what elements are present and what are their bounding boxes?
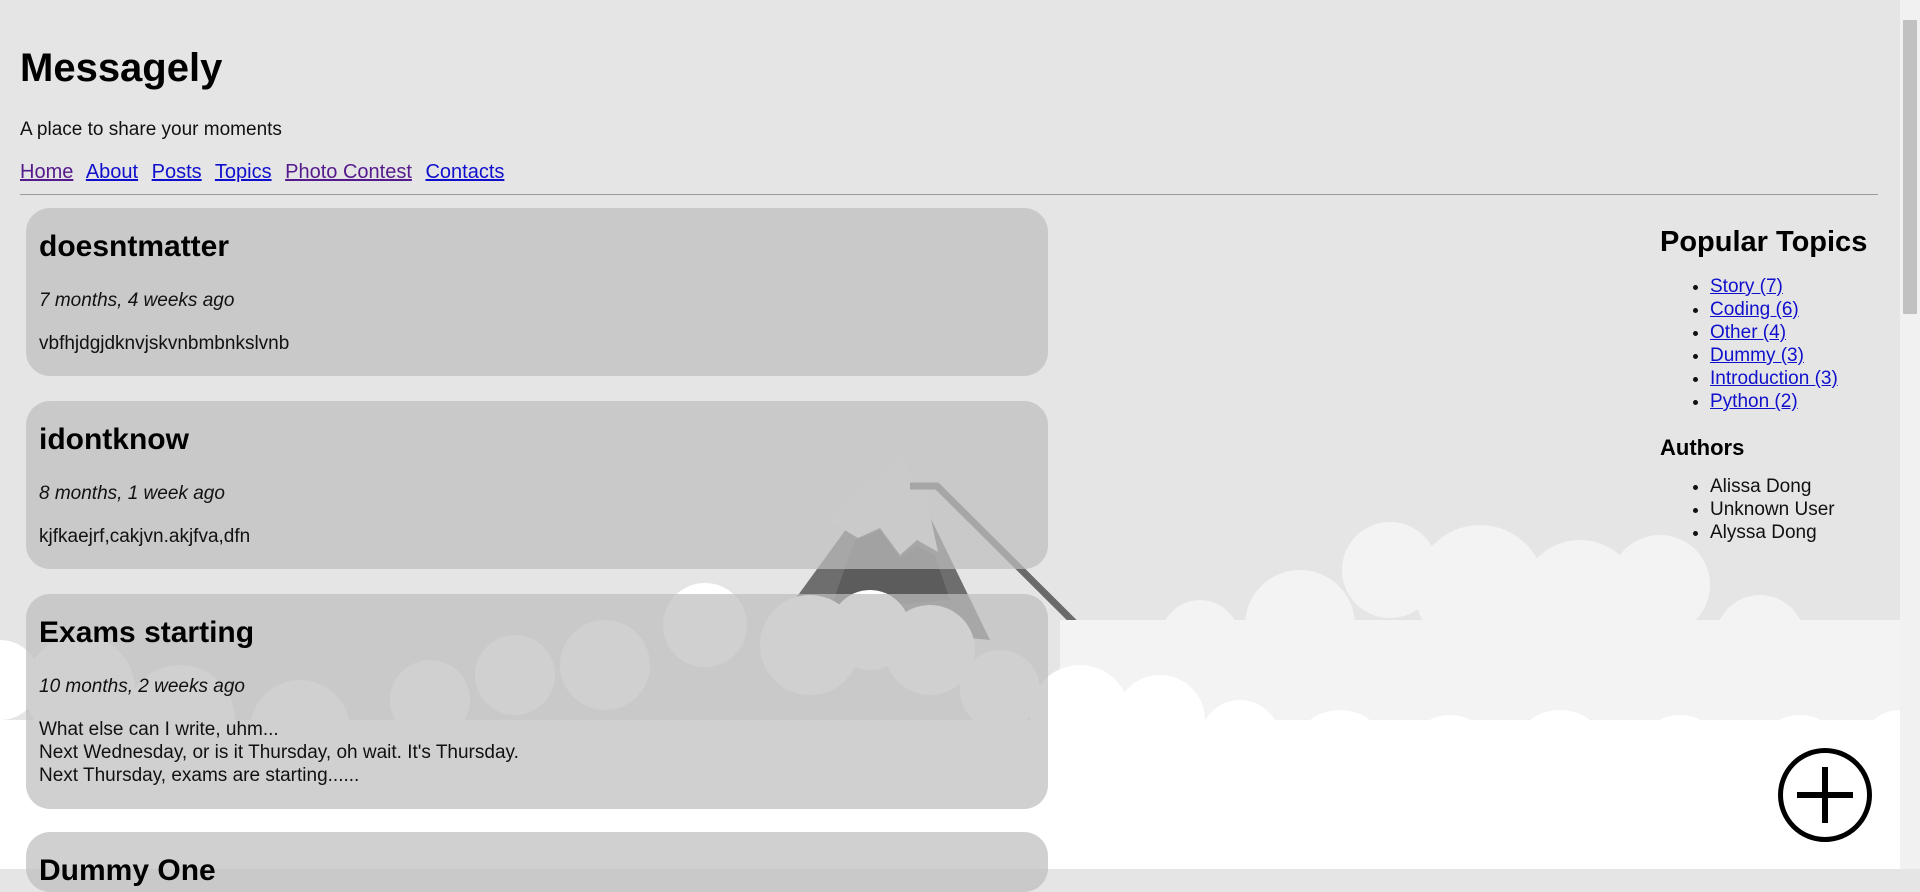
- header-divider: [20, 194, 1878, 195]
- topics-list: Story (7) Coding (6) Other (4) Dummy (3)…: [1660, 275, 1900, 413]
- topic-item: Coding (6): [1710, 298, 1900, 321]
- nav-link-about[interactable]: About: [86, 161, 138, 183]
- post-title[interactable]: doesntmatter: [39, 230, 229, 264]
- topic-link[interactable]: Python (2): [1710, 391, 1798, 412]
- post-body: What else can I write, uhm... Next Wedne…: [39, 718, 519, 787]
- post-body: kjfkaejrf,cakjvn.akjfva,dfn: [39, 525, 250, 548]
- post-body-line: vbfhjdgjdknvjskvnbmbnkslvnb: [39, 333, 290, 354]
- sidebar: Popular Topics Story (7) Coding (6) Othe…: [1660, 226, 1900, 544]
- topic-link[interactable]: Introduction (3): [1710, 368, 1838, 389]
- topic-link[interactable]: Other (4): [1710, 322, 1786, 343]
- nav-link-contacts[interactable]: Contacts: [425, 161, 504, 183]
- post-body-line: kjfkaejrf,cakjvn.akjfva,dfn: [39, 526, 251, 547]
- scrollbar-thumb[interactable]: [1903, 20, 1917, 314]
- authors-heading: Authors: [1660, 435, 1745, 460]
- author-item: Unknown User: [1710, 498, 1900, 521]
- topic-item: Story (7): [1710, 275, 1900, 298]
- new-post-button[interactable]: [1778, 748, 1872, 842]
- nav-link-home[interactable]: Home: [20, 161, 73, 183]
- topic-item: Other (4): [1710, 321, 1900, 344]
- site-tagline: A place to share your moments: [20, 119, 282, 140]
- post-time: 7 months, 4 weeks ago: [39, 290, 235, 311]
- post-time: 8 months, 1 week ago: [39, 483, 225, 504]
- post-body-line: Next Wednesday, or is it Thursday, oh wa…: [39, 742, 519, 763]
- topic-item: Dummy (3): [1710, 344, 1900, 367]
- post-body-line: What else can I write, uhm...: [39, 719, 279, 740]
- topic-item: Python (2): [1710, 390, 1900, 413]
- post-card[interactable]: Exams starting 10 months, 2 weeks ago Wh…: [26, 594, 1048, 809]
- post-card[interactable]: idontknow 8 months, 1 week ago kjfkaejrf…: [26, 401, 1048, 569]
- author-item: Alissa Dong: [1710, 475, 1900, 498]
- topic-link[interactable]: Coding (6): [1710, 299, 1799, 320]
- topic-link[interactable]: Story (7): [1710, 276, 1783, 297]
- nav-link-posts[interactable]: Posts: [152, 161, 202, 183]
- post-time: 10 months, 2 weeks ago: [39, 676, 245, 697]
- post-card[interactable]: doesntmatter 7 months, 4 weeks ago vbfhj…: [26, 208, 1048, 376]
- author-item: Alyssa Dong: [1710, 521, 1900, 544]
- authors-list: Alissa Dong Unknown User Alyssa Dong: [1660, 475, 1900, 544]
- post-title[interactable]: Dummy One: [39, 854, 216, 888]
- nav-link-photo-contest[interactable]: Photo Contest: [285, 161, 412, 183]
- post-title[interactable]: idontknow: [39, 423, 189, 457]
- post-body: vbfhjdgjdknvjskvnbmbnkslvnb: [39, 332, 289, 355]
- topic-link[interactable]: Dummy (3): [1710, 345, 1804, 366]
- page-scrollbar[interactable]: [1900, 0, 1920, 869]
- post-body-line: Next Thursday, exams are starting......: [39, 765, 360, 786]
- site-title: Messagely: [20, 46, 223, 90]
- post-card[interactable]: Dummy One: [26, 832, 1048, 892]
- topic-item: Introduction (3): [1710, 367, 1900, 390]
- plus-icon: [1797, 767, 1853, 823]
- main-nav: Home About Posts Topics Photo Contest Co…: [20, 161, 512, 184]
- popular-topics-heading: Popular Topics: [1660, 226, 1868, 258]
- post-title[interactable]: Exams starting: [39, 616, 254, 650]
- nav-link-topics[interactable]: Topics: [215, 161, 272, 183]
